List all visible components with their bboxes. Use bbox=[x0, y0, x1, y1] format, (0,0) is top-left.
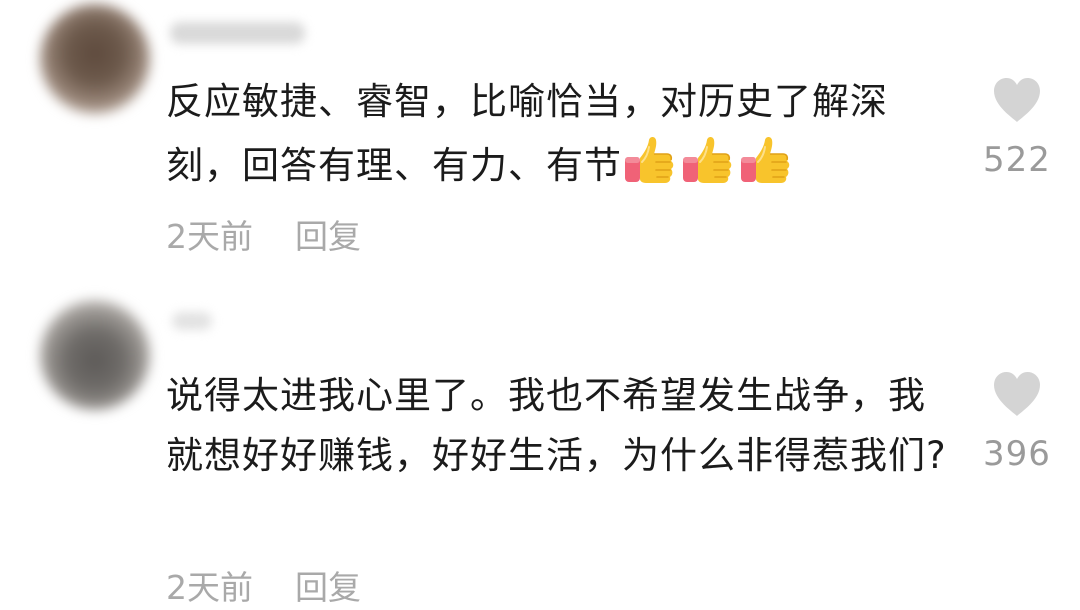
comment-text: 说得太进我心里了。我也不希望发生战争，我就想好好赚钱，好好生活，为什么非得惹我们… bbox=[166, 366, 956, 486]
avatar[interactable] bbox=[40, 4, 150, 114]
comment-meta: 2天前 回复 bbox=[166, 210, 361, 258]
username-blurred[interactable] bbox=[172, 312, 212, 330]
heart-icon[interactable] bbox=[991, 76, 1043, 124]
comment-text: 反应敏捷、睿智，比喻恰当，对历史了解深刻，回答有理、有力、有节 bbox=[166, 72, 956, 196]
comment-meta: 2天前 回复 bbox=[166, 561, 361, 609]
thumbs-up-icon bbox=[622, 132, 678, 188]
avatar[interactable] bbox=[40, 300, 150, 410]
like-button[interactable]: 522 bbox=[972, 76, 1062, 180]
reply-button[interactable]: 回复 bbox=[295, 568, 361, 607]
username-blurred[interactable] bbox=[170, 22, 305, 44]
comment-time: 2天前 bbox=[166, 217, 253, 256]
heart-icon[interactable] bbox=[991, 370, 1043, 418]
like-count: 522 bbox=[983, 140, 1051, 180]
emoji-group bbox=[622, 144, 796, 187]
thumbs-up-icon bbox=[738, 132, 794, 188]
reply-button[interactable]: 回复 bbox=[295, 217, 361, 256]
like-count: 396 bbox=[983, 434, 1051, 474]
like-button[interactable]: 396 bbox=[972, 370, 1062, 474]
comment-time: 2天前 bbox=[166, 568, 253, 607]
comment-text-content: 说得太进我心里了。我也不希望发生战争，我就想好好赚钱，好好生活，为什么非得惹我们… bbox=[166, 374, 947, 477]
thumbs-up-icon bbox=[680, 132, 736, 188]
